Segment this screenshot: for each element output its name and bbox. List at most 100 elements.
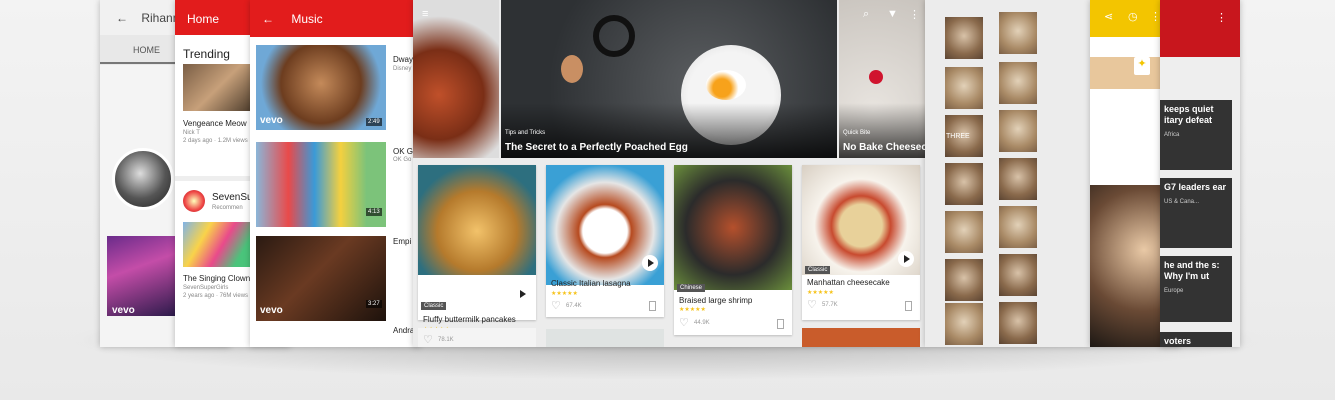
video-title[interactable]: Vengeance Meow [183,119,247,128]
filter-icon[interactable]: ▼ [887,8,898,20]
more-icon[interactable]: ⋮ [909,8,920,21]
recipe-card[interactable]: Classic Fluffy buttermilk pancakes ★★★★★ [418,165,536,333]
menu-icon[interactable]: ≡ [422,8,428,20]
video-title[interactable]: Empi [393,237,411,246]
hairstyle-thumb[interactable] [999,110,1037,152]
vevo-logo: vevo [260,115,283,126]
video-meta: 2 years ago · 76M views [183,293,249,299]
hero-kicker: Tips and Tricks [505,130,546,136]
news-story[interactable]: he and the s: Why I'm ut Europe [1160,256,1232,322]
hairstyle-thumb[interactable] [945,259,983,301]
hairstyle-thumb[interactable] [999,206,1037,248]
music-title: Music [291,12,323,26]
channel-name[interactable]: SevenSu [212,192,253,203]
story-headline: keeps quiet itary defeat [1164,104,1214,125]
share-icon[interactable]: ⋖ [1104,10,1113,23]
video-meta: 2 days ago · 1.2M views [183,138,248,144]
bookmark-icon[interactable] [649,301,656,311]
hairstyle-thumb[interactable] [945,17,983,59]
news-story[interactable]: G7 leaders ear US & Cana... [1160,178,1232,248]
berry-image [869,70,883,84]
category-badge: Classic [805,266,831,274]
video-title[interactable]: The Singing Clown! [183,274,252,283]
screen-hairstyles: THREE [925,0,1090,347]
rating-stars: ★★★★★ [679,307,706,313]
video-duration: 2:49 [366,118,382,126]
news-story[interactable]: keeps quiet itary defeat Africa [1160,100,1232,170]
hero-card[interactable]: ≡ [413,0,499,158]
video-channel: SevenSuperGirls [183,285,229,291]
hairstyle-thumb[interactable] [945,303,983,345]
news-toolbar: ⋮ [1160,0,1240,57]
heart-icon[interactable]: ♡ [551,299,561,312]
screen-recipes: ≡ Tips and Tricks The Secret to a Perfec… [413,0,925,347]
back-arrow-icon[interactable]: ← [116,11,128,25]
hairstyle-thumb[interactable] [999,254,1037,296]
recipe-card[interactable]: Classic Italian lasagna ★★★★★ ♡ 67.4K [546,165,664,317]
video-channel: OK Go [393,157,412,163]
hairstyle-thumb[interactable] [999,12,1037,54]
story-headline: G7 leaders ear [1164,182,1227,192]
screen-news: ⋮ keeps quiet itary defeat Africa G7 lea… [1160,0,1240,347]
recipe-title: Fluffy buttermilk pancakes [423,315,516,324]
back-arrow-icon[interactable]: ← [262,12,274,26]
category-badge: Classic [421,302,447,310]
video-thumbnail[interactable] [107,236,177,316]
hairstyle-thumb[interactable] [945,211,983,253]
story-headline: he and the s: Why I'm ut [1164,260,1220,281]
recipe-card[interactable]: Chinese Braised large shrimp ★★★★★ ♡ 44.… [674,165,792,335]
recipe-title: Manhattan cheesecake [807,278,890,287]
vevo-logo: vevo [260,305,283,316]
hero-card[interactable]: Tips and Tricks The Secret to a Perfectl… [501,0,837,158]
recipe-image [418,165,536,275]
play-icon[interactable] [514,286,530,302]
home-title: Home [187,12,220,26]
play-icon[interactable] [642,255,658,271]
hairstyle-thumb[interactable] [999,62,1037,104]
avatar[interactable] [112,148,174,210]
hero-kicker: Quick Bite [843,130,871,136]
recipe-image [674,165,792,290]
like-count: 78.1K [438,337,454,343]
heart-icon[interactable]: ♡ [807,298,817,311]
bookmark-icon[interactable] [905,301,912,311]
video-channel: Disney [393,66,412,72]
video-title[interactable]: Andra [393,326,414,335]
bookmark-icon[interactable] [777,319,784,329]
story-meta: Africa [1164,132,1180,138]
recipe-card[interactable] [802,328,920,347]
heart-icon[interactable]: ♡ [423,333,433,346]
play-icon[interactable] [898,251,914,267]
recipe-title: Classic Italian lasagna [551,279,631,288]
rating-stars: ★★★★★ [551,291,578,297]
video-thumbnail[interactable] [183,64,253,111]
video-duration: 4:13 [366,208,382,216]
hairstyle-thumb[interactable]: THREE [945,115,983,157]
hairstyle-thumb[interactable] [999,302,1037,344]
hero-title: The Secret to a Perfectly Poached Egg [505,142,688,153]
vevo-logo: vevo [112,305,135,316]
recipe-card[interactable]: Classic Manhattan cheesecake ★★★★★ ♡ 57.… [802,165,920,320]
story-meta: US & Cana... [1164,199,1200,205]
heart-icon[interactable]: ♡ [679,316,689,329]
hero-card[interactable]: Quick Bite No Bake Cheesec ⌕ ▼ ⋮ [839,0,925,158]
recipe-card[interactable]: ♡ 78.1K [418,328,536,347]
recipe-card[interactable] [546,329,664,347]
story-headline: voters [1164,336,1192,346]
news-story[interactable]: voters [1160,332,1232,347]
hairstyle-thumb[interactable] [945,163,983,205]
channel-avatar[interactable] [183,190,205,212]
rating-stars: ★★★★★ [807,290,834,296]
hairstyle-caption: THREE [946,133,970,140]
search-icon[interactable]: ⌕ [863,8,869,21]
hairstyle-thumb[interactable] [999,158,1037,200]
timer-icon[interactable]: ◷ [1128,10,1138,23]
video-title[interactable]: Dway [393,55,413,64]
hairstyle-thumb[interactable] [945,67,983,109]
channel-sub: Recommen [212,205,243,211]
more-icon[interactable]: ⋮ [1216,11,1227,24]
video-thumbnail[interactable] [183,222,253,267]
tab-home-label: HOME [133,45,160,55]
lightbulb-icon[interactable]: ✦ [1134,57,1150,75]
poached-egg-image [706,70,746,100]
